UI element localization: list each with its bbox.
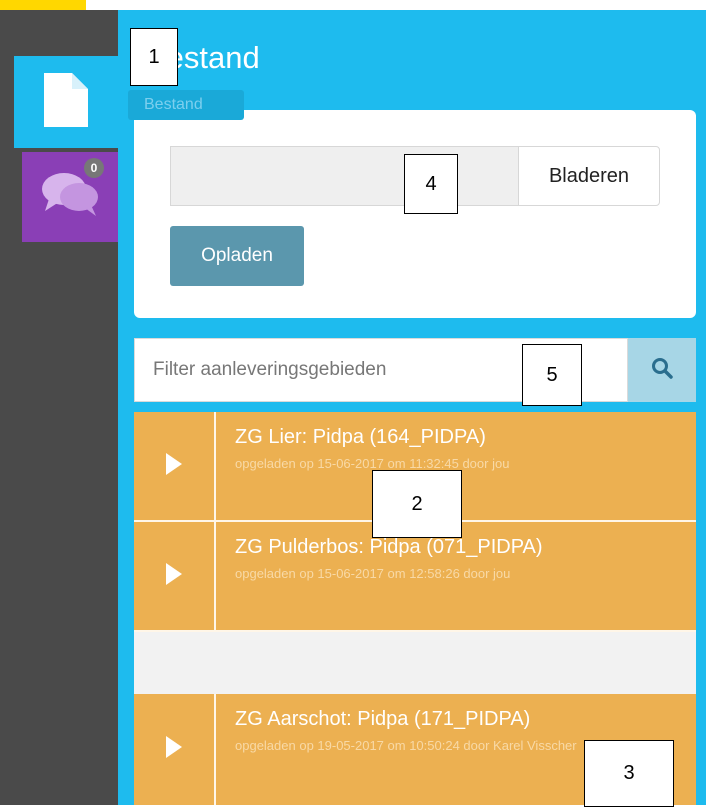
annotation-box: 3 [584, 740, 674, 807]
list-item[interactable]: ZG Pulderbos: Pidpa (071_PIDPA) opgelade… [134, 522, 696, 632]
list-gap [134, 632, 696, 694]
play-icon [166, 736, 182, 763]
search-button[interactable] [628, 338, 696, 402]
play-icon [166, 452, 182, 480]
top-strip [0, 0, 706, 10]
item-meta: opgeladen op 15-06-2017 om 12:58:26 door… [235, 566, 511, 581]
file-input[interactable] [170, 146, 518, 206]
annotation-box: 5 [522, 344, 582, 406]
item-title: ZG Aarschot: Pidpa (171_PIDPA) [235, 708, 531, 730]
annotation-box: 1 [130, 28, 178, 86]
tab-bestand[interactable] [14, 56, 118, 148]
browse-button[interactable]: Bladeren [518, 146, 660, 206]
play-icon [166, 562, 182, 590]
chat-icon [41, 171, 99, 224]
upload-card: Bladeren Opladen [134, 110, 696, 318]
filter-placeholder: Filter aanleveringsgebieden [153, 359, 387, 380]
annotation-box: 4 [404, 154, 458, 214]
annotation-box: 2 [372, 470, 462, 538]
expand-cell[interactable] [134, 694, 216, 805]
item-title: ZG Pulderbos: Pidpa (071_PIDPA) [235, 536, 543, 558]
file-icon [44, 72, 88, 132]
upload-button[interactable]: Opladen [170, 226, 304, 286]
chat-count-badge: 0 [84, 158, 104, 178]
item-title: ZG Lier: Pidpa (164_PIDPA) [235, 426, 486, 448]
expand-cell[interactable] [134, 412, 216, 520]
tooltip: Bestand [128, 90, 244, 120]
top-accent-bar [0, 0, 86, 10]
search-icon [651, 357, 673, 384]
expand-cell[interactable] [134, 522, 216, 630]
